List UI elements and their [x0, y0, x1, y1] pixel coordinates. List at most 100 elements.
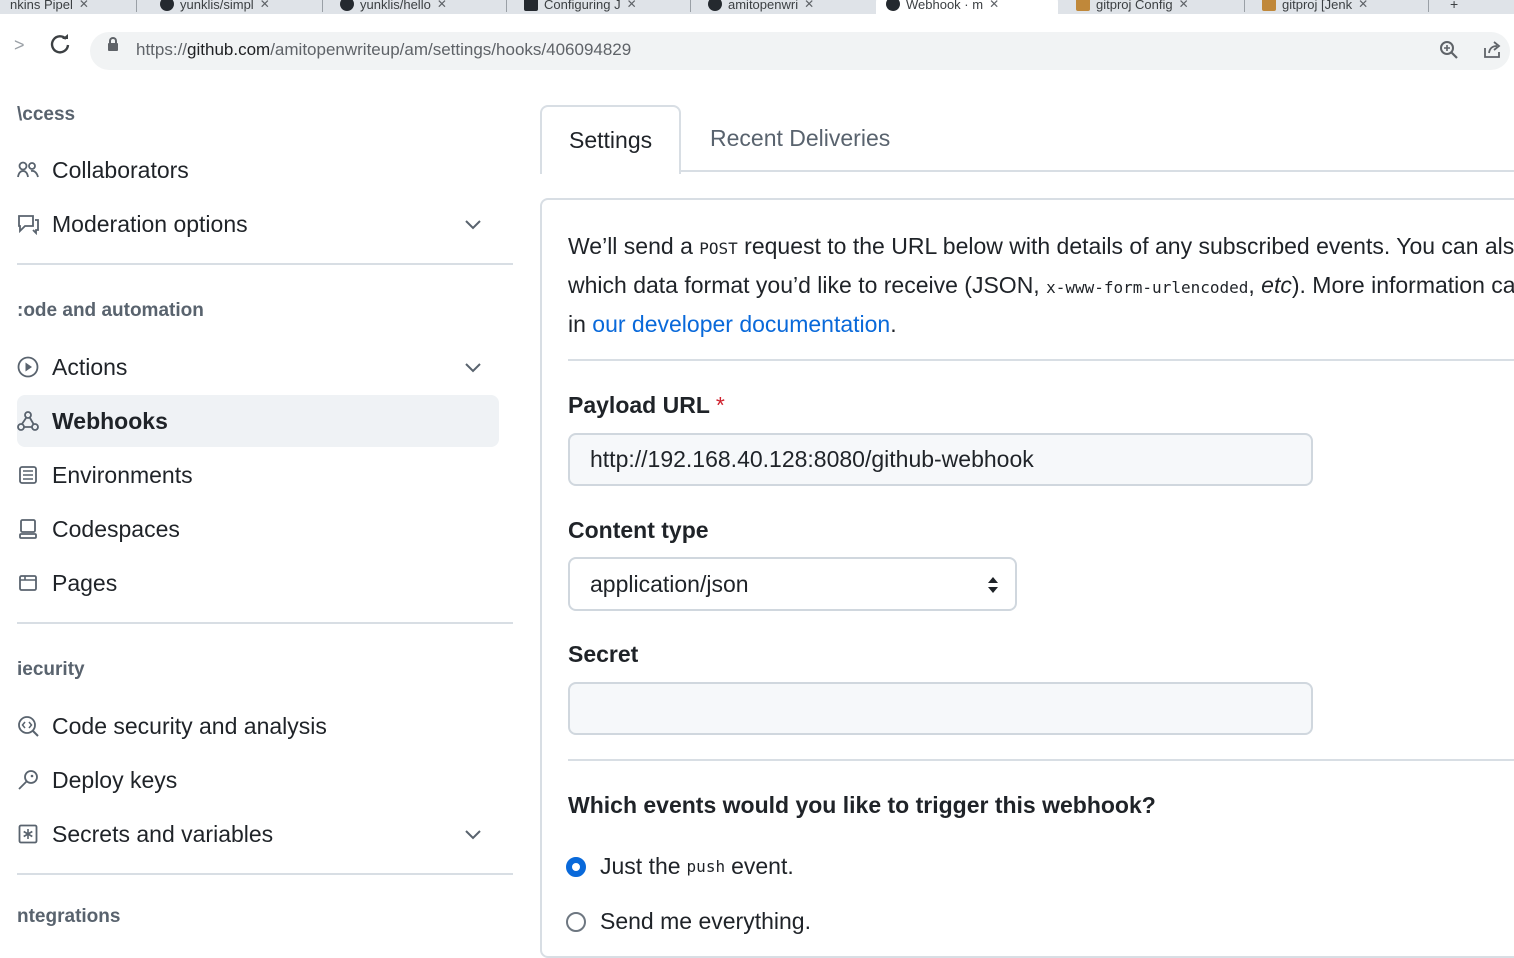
jenkins-icon — [1076, 0, 1090, 11]
browser-tab[interactable]: yunklis/simpl ✕ — [150, 0, 280, 14]
close-icon[interactable]: ✕ — [804, 0, 814, 11]
url-text[interactable]: https://github.com/amitopenwriteup/am/se… — [136, 40, 631, 60]
github-icon — [886, 0, 900, 11]
tabs-underline — [540, 170, 1514, 172]
secret-label: Secret — [568, 641, 639, 667]
radio-push-event[interactable]: Just the push event. — [566, 853, 794, 880]
sidebar-divider — [17, 873, 513, 875]
section-heading-security: iecurity — [17, 659, 85, 680]
browser-tab[interactable]: yunklis/hello ✕ — [330, 0, 457, 14]
intro-text: We’ll send a POST request to the URL bel… — [568, 233, 1514, 337]
sidebar-divider — [17, 263, 513, 265]
sidebar-item-label: Secrets and variables — [52, 820, 274, 847]
play-icon — [17, 356, 39, 378]
tab-separator — [1244, 0, 1245, 12]
close-icon[interactable]: ✕ — [437, 0, 447, 11]
chevron-down-icon[interactable] — [463, 357, 483, 377]
browser-tab[interactable]: nkins Pipel ✕ — [0, 0, 99, 14]
sidebar-item-secrets-variables[interactable]: Secrets and variables — [17, 808, 499, 860]
forward-icon[interactable]: > — [14, 36, 25, 54]
content-type-select[interactable]: application/json — [568, 557, 1017, 611]
payload-url-input[interactable]: http://192.168.40.128:8080/github-webhoo… — [568, 433, 1313, 486]
report-icon — [17, 213, 39, 235]
tab-separator — [690, 0, 691, 12]
inline-code: x-www-form-urlencoded — [1046, 278, 1249, 297]
sidebar-item-code-security[interactable]: Code security and analysis — [17, 700, 499, 752]
required-marker: * — [715, 392, 725, 418]
sidebar-item-actions[interactable]: Actions — [17, 341, 499, 393]
browser-tab[interactable]: gitproj Config ✕ — [1066, 0, 1199, 14]
chevron-down-icon[interactable] — [463, 824, 483, 844]
close-icon[interactable]: ✕ — [1179, 0, 1189, 11]
tab-title: yunklis/simpl — [180, 0, 254, 12]
browser-tab[interactable]: Configuring J ✕ — [514, 0, 647, 14]
tab-recent-deliveries[interactable]: Recent Deliveries — [683, 105, 917, 172]
browser-icon — [17, 572, 39, 594]
developer-docs-link[interactable]: our developer documentation — [592, 311, 890, 337]
section-heading-integrations: ntegrations — [17, 906, 121, 927]
sidebar-item-codespaces[interactable]: Codespaces — [17, 503, 499, 555]
tab-title: Configuring J — [544, 0, 621, 12]
reload-icon[interactable] — [49, 33, 71, 59]
sidebar-item-collaborators[interactable]: Collaborators — [17, 144, 499, 196]
people-icon — [17, 159, 39, 181]
tab-title: nkins Pipel — [10, 0, 73, 12]
sidebar-item-label: Environments — [52, 461, 193, 488]
secret-input[interactable] — [568, 682, 1313, 735]
sidebar-item-moderation-options[interactable]: Moderation options — [17, 198, 499, 250]
close-icon[interactable]: ✕ — [627, 0, 637, 11]
events-question: Which events would you like to trigger t… — [568, 792, 1156, 818]
close-icon[interactable]: ✕ — [260, 0, 270, 11]
sidebar-item-deploy-keys[interactable]: Deploy keys — [17, 754, 499, 806]
inline-code: push — [686, 857, 726, 876]
close-icon[interactable]: ✕ — [79, 0, 89, 11]
plus-icon: + — [1450, 0, 1459, 12]
new-tab-button[interactable]: + — [1440, 0, 1468, 14]
tab-separator — [322, 0, 323, 12]
share-icon[interactable] — [1482, 40, 1502, 60]
github-icon — [160, 0, 174, 11]
tab-settings[interactable]: Settings — [540, 105, 682, 174]
codespaces-icon — [17, 518, 39, 540]
sidebar-item-label: Pages — [52, 569, 118, 596]
close-icon[interactable]: ✕ — [989, 0, 999, 11]
sidebar-item-label: Deploy keys — [52, 766, 178, 793]
sidebar-item-label: Moderation options — [52, 210, 248, 237]
content-type-label: Content type — [568, 517, 709, 543]
webhook-icon — [17, 410, 39, 432]
sidebar-item-label: Codespaces — [52, 515, 180, 542]
tab-title: yunklis/hello — [360, 0, 431, 12]
chevron-down-icon[interactable] — [463, 214, 483, 234]
content-type-value: application/json — [590, 570, 749, 597]
browser-tab-active[interactable]: Webhook · m ✕ — [876, 0, 1058, 14]
tab-title: gitproj [Jenk — [1282, 0, 1353, 12]
browser-tab[interactable]: amitopenwri ✕ — [698, 0, 824, 14]
settings-sidebar: \ccess Collaborators Moderation options … — [0, 76, 520, 927]
server-icon — [17, 464, 39, 486]
sidebar-item-label: Code security and analysis — [52, 712, 327, 739]
lock-icon[interactable] — [108, 37, 118, 51]
zoom-icon[interactable] — [1439, 40, 1459, 60]
tab-title: gitproj Config — [1096, 0, 1173, 12]
sidebar-divider — [17, 622, 513, 624]
payload-url-label: Payload URL * — [568, 392, 725, 418]
browser-tabstrip: nkins Pipel ✕ yunklis/simpl ✕ yunklis/he… — [0, 0, 1514, 14]
jenkins-icon — [1262, 0, 1276, 11]
tab-title: Webhook · m — [906, 0, 984, 12]
radio-selected-icon[interactable] — [566, 856, 586, 877]
tab-title: amitopenwri — [728, 0, 799, 12]
tab-separator — [1428, 0, 1429, 12]
sidebar-item-label: Actions — [52, 353, 128, 380]
sidebar-item-pages[interactable]: Pages — [17, 557, 499, 609]
section-heading-code-automation: :ode and automation — [17, 300, 204, 321]
tab-separator — [136, 0, 137, 12]
sidebar-item-webhooks[interactable]: Webhooks — [17, 395, 499, 447]
section-divider — [568, 359, 1514, 361]
section-heading-access: \ccess — [17, 104, 76, 125]
browser-tab[interactable]: gitproj [Jenk ✕ — [1252, 0, 1378, 14]
section-divider — [568, 759, 1514, 761]
close-icon[interactable]: ✕ — [1358, 0, 1368, 11]
github-icon — [340, 0, 354, 11]
sidebar-item-environments[interactable]: Environments — [17, 449, 499, 501]
sidebar-item-label: Webhooks — [52, 407, 168, 434]
